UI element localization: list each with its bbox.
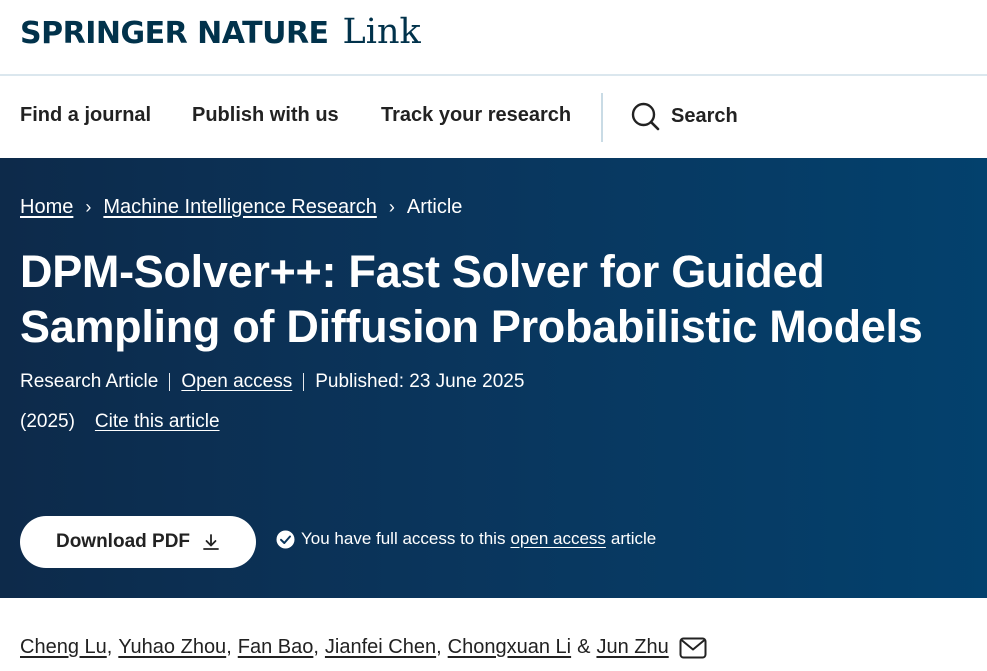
meta-divider	[303, 373, 305, 391]
breadcrumb-current: Article	[406, 196, 463, 218]
author-separator: ,	[226, 636, 232, 658]
access-suffix: article	[610, 529, 657, 548]
access-open-access-link[interactable]: open access	[510, 529, 605, 549]
article-year: (2025)	[20, 411, 75, 432]
nav-find-journal[interactable]: Find a journal	[20, 104, 151, 127]
author-separator: ,	[436, 636, 442, 658]
breadcrumb-journal[interactable]: Machine Intelligence Research	[103, 196, 377, 219]
author-link[interactable]: Jianfei Chen	[325, 636, 436, 659]
cite-article-link[interactable]: Cite this article	[95, 411, 220, 433]
meta-divider	[169, 373, 171, 391]
search-button[interactable]: Search	[631, 102, 738, 131]
article-hero: Home › Machine Intelligence Research › A…	[0, 158, 987, 598]
springer-nature-link-logo[interactable]: SPRINGER NATURE Link	[20, 12, 421, 52]
published-date: Published: 23 June 2025	[315, 371, 525, 392]
check-circle-icon	[276, 530, 295, 548]
access-note: You have full access to this open access…	[276, 529, 656, 549]
nav-divider	[601, 93, 603, 142]
article-title: DPM-Solver++: Fast Solver for Guided Sam…	[20, 246, 923, 352]
author-link[interactable]: Fan Bao	[238, 636, 314, 659]
chevron-right-icon: ›	[388, 197, 395, 217]
search-icon	[631, 102, 660, 131]
download-icon	[203, 534, 219, 550]
open-access-link[interactable]: Open access	[181, 371, 292, 393]
author-link[interactable]: Chongxuan Li	[448, 636, 571, 659]
nav-publish-with-us[interactable]: Publish with us	[192, 104, 339, 127]
search-label: Search	[671, 105, 738, 127]
author-link[interactable]: Jun Zhu	[596, 636, 668, 659]
access-prefix: You have full access to this	[301, 529, 506, 548]
author-link[interactable]: Yuhao Zhou	[118, 636, 226, 659]
download-pdf-button[interactable]: Download PDF	[20, 516, 256, 568]
author-separator: ,	[313, 636, 319, 658]
article-meta: Research Article Open access Published: …	[20, 371, 524, 393]
article-type: Research Article	[20, 371, 159, 392]
download-pdf-label: Download PDF	[55, 531, 191, 552]
mail-icon[interactable]	[679, 637, 707, 659]
nav-track-research[interactable]: Track your research	[381, 104, 571, 127]
article-meta-secondary: (2025) Cite this article	[20, 411, 220, 433]
chevron-right-icon: ›	[85, 197, 92, 217]
brand-name: SPRINGER NATURE	[20, 16, 329, 51]
brand-bar: SPRINGER NATURE Link	[0, 0, 987, 76]
main-navigation: Find a journal Publish with us Track you…	[0, 78, 987, 158]
breadcrumb: Home › Machine Intelligence Research › A…	[20, 196, 462, 219]
brand-product: Link	[342, 12, 421, 52]
author-list: Cheng Lu, Yuhao Zhou, Fan Bao, Jianfei C…	[20, 636, 707, 659]
author-separator: ,	[106, 636, 113, 658]
author-ampersand: &	[577, 636, 591, 658]
author-link[interactable]: Cheng Lu	[20, 636, 107, 659]
breadcrumb-home[interactable]: Home	[20, 196, 73, 219]
